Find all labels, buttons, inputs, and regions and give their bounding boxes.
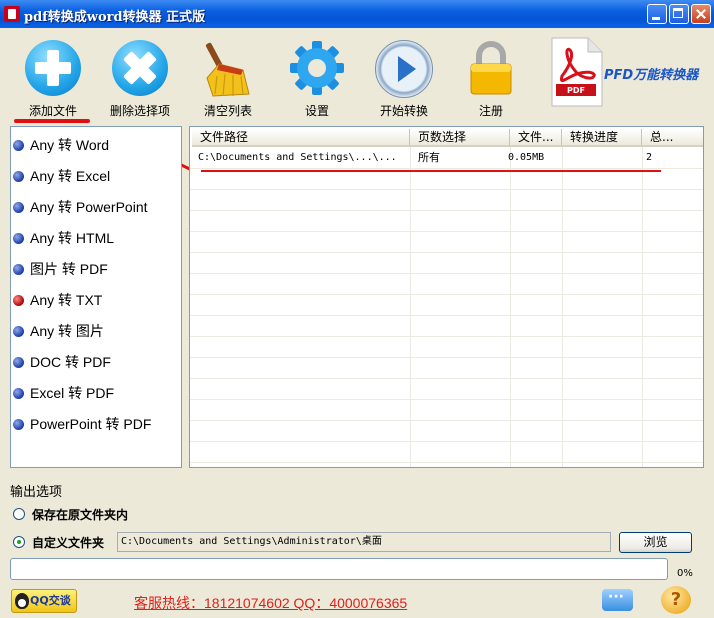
bullet-icon [13, 139, 24, 151]
cell-pages: 所有 [418, 151, 440, 164]
list-item-label: Any 转 图片 [30, 323, 104, 339]
list-item[interactable]: Any 转 图片 [13, 321, 104, 341]
radio-custom[interactable] [13, 536, 25, 548]
play-icon [375, 40, 433, 98]
cell-progress [564, 150, 570, 166]
file-table: 文件路径 页数选择 文件... 转换进度 总... C:\Documents a… [189, 126, 704, 468]
start-convert-button[interactable]: 开始转换 [368, 32, 440, 118]
cell-size: 0.05MB [508, 152, 545, 163]
clear-list-button[interactable]: 清空列表 [193, 32, 263, 118]
progress-percent: 0% [677, 568, 693, 579]
add-file-button[interactable]: 添加文件 [18, 32, 88, 118]
chat-bubble-icon[interactable] [602, 589, 633, 611]
list-item-label: Any 转 PowerPoint [30, 199, 148, 215]
column-header-progress[interactable]: 转换进度 [562, 129, 642, 147]
register-button[interactable]: 注册 [458, 32, 524, 118]
list-item[interactable]: 图片 转 PDF [13, 259, 108, 279]
remove-selected-label: 删除选择项 [109, 104, 170, 118]
close-button[interactable] [691, 4, 711, 24]
list-item[interactable]: PowerPoint 转 PDF [13, 414, 151, 434]
add-file-label: 添加文件 [28, 104, 77, 118]
service-hotline-link[interactable]: 客服热线：18121074602 QQ：4000076365 [134, 593, 407, 613]
option-original-label: 保存在原文件夹内 [32, 507, 129, 522]
list-item-label: PowerPoint 转 PDF [30, 416, 152, 432]
bullet-icon [13, 387, 24, 399]
cell-total: 2 [646, 152, 653, 163]
annotation-underline [14, 119, 90, 123]
bullet-icon [13, 356, 24, 368]
settings-label: 设置 [304, 104, 329, 118]
gear-icon [290, 41, 344, 95]
broom-icon [205, 42, 250, 97]
output-options-title: 输出选项 [10, 485, 63, 500]
bullet-icon [13, 325, 24, 337]
list-item[interactable]: Any 转 Word [13, 135, 109, 155]
list-item[interactable]: DOC 转 PDF [13, 352, 111, 372]
list-item-label: Any 转 Word [30, 137, 110, 153]
browse-button[interactable]: 浏览 [619, 532, 692, 553]
remove-selected-button[interactable]: 删除选择项 [104, 32, 176, 118]
bullet-icon [13, 418, 24, 430]
qq-chat-button[interactable]: QQ交谈 [11, 589, 77, 613]
remove-icon [112, 40, 168, 96]
conversion-type-list: Any 转 Word Any 转 Excel Any 转 PowerPoint … [10, 126, 182, 468]
qq-chat-label: QQ交谈 [30, 594, 71, 607]
selected-bullet-icon [13, 294, 24, 306]
column-header-pages[interactable]: 页数选择 [410, 129, 510, 147]
bullet-icon [13, 263, 24, 275]
maximize-button[interactable] [669, 4, 689, 24]
lock-icon [470, 41, 512, 95]
help-icon[interactable]: ? [661, 586, 691, 614]
list-item-label: Any 转 Excel [30, 168, 111, 184]
list-item[interactable]: Any 转 HTML [13, 228, 114, 248]
pdf-logo-text: PDF [567, 86, 585, 95]
option-original-folder[interactable]: 保存在原文件夹内 [13, 507, 129, 522]
qq-penguin-icon [15, 593, 29, 609]
settings-button[interactable]: 设置 [282, 32, 352, 118]
option-custom-label: 自定义文件夹 [32, 535, 105, 550]
radio-original[interactable] [13, 508, 25, 520]
bullet-icon [13, 232, 24, 244]
list-item-selected[interactable]: Any 转 TXT [13, 290, 102, 310]
add-file-icon [25, 40, 81, 96]
option-custom-folder[interactable]: 自定义文件夹 [13, 535, 105, 550]
pdf-logo-icon: PDF [551, 37, 603, 107]
list-item-label: DOC 转 PDF [30, 354, 111, 370]
window-title: pdf转换成word转换器 正式版 [24, 10, 206, 25]
column-header-size[interactable]: 文件... [510, 129, 562, 147]
column-header-path[interactable]: 文件路径 [192, 129, 410, 147]
list-item[interactable]: Any 转 Excel [13, 166, 110, 186]
list-item[interactable]: Any 转 PowerPoint [13, 197, 148, 217]
bullet-icon [13, 201, 24, 213]
list-item-label: Any 转 TXT [30, 292, 103, 308]
custom-folder-path-field[interactable]: C:\Documents and Settings\Administrator\… [117, 532, 611, 552]
list-item-label: Excel 转 PDF [30, 385, 115, 401]
progress-bar [10, 558, 668, 580]
list-item[interactable]: Excel 转 PDF [13, 383, 114, 403]
annotation-row-underline [201, 170, 661, 172]
minimize-button[interactable] [647, 4, 667, 24]
brand-name: PFD万能转换器 [604, 68, 699, 83]
column-header-total[interactable]: 总... [642, 129, 703, 147]
list-item-label: 图片 转 PDF [30, 261, 108, 277]
clear-list-label: 清空列表 [203, 104, 252, 118]
start-convert-label: 开始转换 [379, 104, 428, 118]
list-item-label: Any 转 HTML [30, 230, 115, 246]
bullet-icon [13, 170, 24, 182]
cell-path: C:\Documents and Settings\...\... [198, 152, 397, 163]
register-label: 注册 [478, 104, 503, 118]
app-icon [4, 6, 20, 22]
